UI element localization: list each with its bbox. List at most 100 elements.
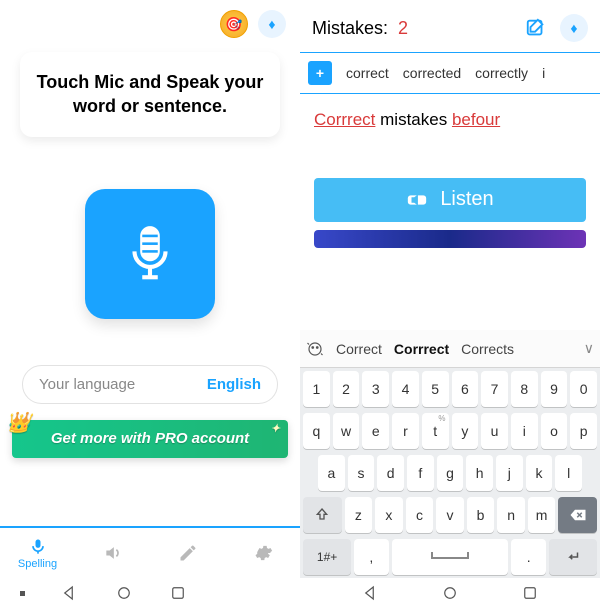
key-p[interactable]: p [570, 413, 597, 449]
banner-peek[interactable] [314, 230, 586, 248]
key-k[interactable]: k [526, 455, 553, 491]
more-suggestions[interactable]: ∨ [584, 340, 594, 357]
home-icon[interactable] [115, 584, 133, 602]
symbols-key[interactable]: 1#+ [303, 539, 351, 575]
error-word[interactable]: Corrrect [314, 110, 375, 129]
key-l[interactable]: l [555, 455, 582, 491]
suggestion-item[interactable]: i [542, 65, 545, 81]
key-9[interactable]: 9 [541, 371, 568, 407]
suggestion-item[interactable]: correctly [475, 65, 528, 81]
key-i[interactable]: i [511, 413, 538, 449]
backspace-icon [569, 506, 587, 524]
suggestion-item[interactable]: corrected [403, 65, 461, 81]
key-3[interactable]: 3 [362, 371, 389, 407]
nav-dot [20, 591, 25, 596]
system-nav [0, 578, 300, 608]
gear-icon [253, 543, 273, 563]
key-f[interactable]: f [407, 455, 434, 491]
kb-suggestion[interactable]: Corrrect [394, 341, 449, 357]
premium-badge[interactable]: ♦ [258, 10, 286, 38]
key-4[interactable]: 4 [392, 371, 419, 407]
add-suggestion-button[interactable]: + [308, 61, 332, 85]
key-m[interactable]: m [528, 497, 556, 533]
premium-badge[interactable]: ♦ [560, 14, 588, 42]
key-7[interactable]: 7 [481, 371, 508, 407]
prompt-card: Touch Mic and Speak your word or sentenc… [20, 52, 280, 137]
key-g[interactable]: g [437, 455, 464, 491]
speaker-icon [406, 189, 428, 211]
key-q[interactable]: q [303, 413, 330, 449]
key-x[interactable]: x [375, 497, 403, 533]
key-8[interactable]: 8 [511, 371, 538, 407]
key-w[interactable]: w [333, 413, 360, 449]
edit-button[interactable] [522, 14, 550, 42]
key-t[interactable]: t% [422, 413, 449, 449]
language-label: Your language [39, 376, 135, 393]
sentence-text[interactable]: Corrrect mistakes befour [300, 94, 600, 138]
tab-sound[interactable] [75, 528, 150, 578]
key-y[interactable]: y [452, 413, 479, 449]
key-c[interactable]: c [406, 497, 434, 533]
back-icon[interactable] [362, 584, 380, 602]
suggestion-item[interactable]: correct [346, 65, 389, 81]
key-o[interactable]: o [541, 413, 568, 449]
key-h[interactable]: h [466, 455, 493, 491]
key-6[interactable]: 6 [452, 371, 479, 407]
keyboard: Correct Corrrect Corrects ∨ 1234567890 q… [300, 330, 600, 578]
period-key[interactable]: . [511, 539, 545, 575]
pencil-icon [178, 543, 198, 563]
emoji-icon[interactable] [306, 340, 324, 358]
key-v[interactable]: v [436, 497, 464, 533]
space-key[interactable] [392, 539, 509, 575]
listen-button[interactable]: Listen [314, 178, 586, 222]
key-5[interactable]: 5 [422, 371, 449, 407]
enter-icon [564, 548, 582, 566]
speaker-icon [103, 543, 123, 563]
key-b[interactable]: b [467, 497, 495, 533]
tab-edit[interactable] [150, 528, 225, 578]
home-icon[interactable] [441, 584, 459, 602]
backspace-key[interactable] [558, 497, 597, 533]
shift-icon [314, 507, 330, 523]
tab-spelling[interactable]: Spelling [0, 528, 75, 578]
key-u[interactable]: u [481, 413, 508, 449]
shift-key[interactable] [303, 497, 342, 533]
space-icon [430, 552, 470, 562]
tab-settings[interactable] [225, 528, 300, 578]
mistakes-label: Mistakes: [312, 18, 388, 39]
key-r[interactable]: r [392, 413, 419, 449]
language-selector[interactable]: Your language English [22, 365, 278, 404]
recent-icon[interactable] [521, 584, 539, 602]
sparkle-icon: ✦ [271, 422, 280, 435]
ads-badge[interactable]: 🎯 [220, 10, 248, 38]
error-word[interactable]: befour [452, 110, 500, 129]
bottom-tabs: Spelling [0, 526, 300, 578]
pro-banner[interactable]: 👑 Get more with PRO account ✦ [12, 420, 288, 458]
key-d[interactable]: d [377, 455, 404, 491]
kb-suggestion[interactable]: Corrects [461, 341, 514, 357]
key-n[interactable]: n [497, 497, 525, 533]
pro-banner-text: Get more with PRO account [51, 430, 249, 447]
system-nav [300, 578, 600, 608]
kb-suggestion[interactable]: Correct [336, 341, 382, 357]
mistakes-count: 2 [398, 18, 408, 39]
key-e[interactable]: e [362, 413, 389, 449]
key-1[interactable]: 1 [303, 371, 330, 407]
comma-key[interactable]: , [354, 539, 388, 575]
back-icon[interactable] [61, 584, 79, 602]
word: mistakes [380, 110, 447, 129]
crown-icon: 👑 [6, 410, 31, 435]
key-z[interactable]: z [345, 497, 373, 533]
enter-key[interactable] [549, 539, 597, 575]
key-j[interactable]: j [496, 455, 523, 491]
key-s[interactable]: s [348, 455, 375, 491]
edit-icon [525, 17, 547, 39]
key-0[interactable]: 0 [570, 371, 597, 407]
mic-button[interactable] [85, 189, 215, 319]
key-2[interactable]: 2 [333, 371, 360, 407]
key-a[interactable]: a [318, 455, 345, 491]
listen-label: Listen [440, 188, 493, 211]
microphone-icon [28, 537, 48, 557]
recent-icon[interactable] [169, 584, 187, 602]
language-value: English [207, 376, 261, 393]
